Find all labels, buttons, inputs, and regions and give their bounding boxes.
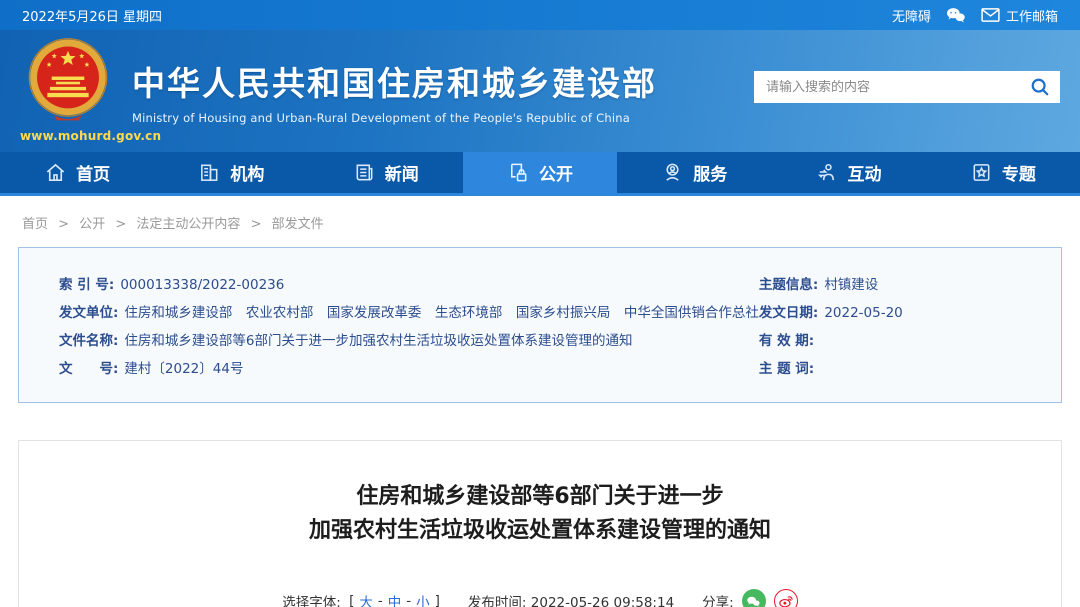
doc-info-row-keywords: 主 题 词: — [758, 361, 815, 377]
breadcrumb: 首页 > 公开 > 法定主动公开内容 > 部发文件 — [0, 196, 1080, 247]
service-person-icon — [666, 163, 680, 181]
current-date: 2022年5月26日 星期四 — [22, 9, 163, 25]
publish-time-label: 发布时间: — [467, 595, 527, 607]
font-size-small-link[interactable]: 小 — [416, 591, 430, 607]
doc-info-row-index-number: 索 引 号: 000013338/2022-00236 — [59, 277, 285, 293]
home-icon — [46, 163, 65, 181]
doc-info-row-issue-date: 发文日期: 2022-05-20 — [758, 305, 903, 321]
weibo-share-icon[interactable] — [773, 589, 798, 607]
doc-info-left-column: 索 引 号: 000013338/2022-00236 发文单位: 住房和城乡建设部… — [59, 271, 759, 383]
article-meta-bar: 选择字体: [ 大 - 中 - 小 ] 发布时间: 2022-05-26 09:… — [19, 589, 1061, 607]
wechat-bubbles-icon — [946, 8, 965, 23]
doc-info-row-document-number: 文 号: 建村〔2022〕44号 — [59, 361, 244, 377]
topic-star-icon — [973, 164, 990, 181]
search-input[interactable] — [766, 79, 1030, 95]
doc-info-row-validity: 有 效 期: — [758, 333, 815, 349]
dash-separator: - — [406, 593, 412, 607]
nav-item-home[interactable]: 首页 — [0, 152, 154, 193]
nav-item-topics[interactable]: 专题 — [926, 152, 1080, 193]
breadcrumb-statutory-content[interactable]: 法定主动公开内容 — [136, 217, 240, 232]
publish-time: 发布时间: 2022-05-26 09:58:14 — [468, 591, 674, 607]
search-button[interactable] — [1030, 77, 1050, 97]
nav-item-news[interactable]: 新闻 — [309, 152, 463, 193]
breadcrumb-separator: > — [250, 217, 262, 232]
font-size-medium-link[interactable]: 中 — [388, 591, 402, 607]
breadcrumb-separator: > — [58, 217, 70, 232]
breadcrumb-home[interactable]: 首页 — [22, 217, 48, 232]
bracket-open: [ — [349, 593, 355, 607]
article-title: 住房和城乡建设部等6部门关于进一步 加强农村生活垃圾收运处置体系建设管理的通知 — [19, 480, 1061, 548]
nav-item-disclosure[interactable]: 公开 — [462, 152, 618, 193]
doc-info-right-column: 主题信息: 村镇建设 发文日期: 2022-05-20 有 效 期: 主 题 词: — [759, 271, 1041, 383]
site-title: 中华人民共和国住房和城乡建设部 — [132, 64, 657, 103]
china-emblem-icon — [28, 37, 108, 120]
bracket-close: ] — [434, 593, 440, 607]
font-size-large-link[interactable]: 大 — [359, 591, 373, 607]
nav-item-org[interactable]: 机构 — [154, 152, 308, 193]
share-label: 分享: — [702, 595, 734, 607]
doc-info-row-issuing-units: 发文单位: 住房和城乡建设部 农业农村部 国家发展改革委 生态环境部 国家乡村振兴… — [59, 305, 759, 321]
main-nav: 首页 机构 新闻 公开 服务 互动 专题 — [0, 152, 1080, 196]
top-utility-bar: 2022年5月26日 星期四 无障碍 工作邮箱 — [0, 0, 1080, 30]
doc-info-row-topic: 主题信息: 村镇建设 — [758, 277, 879, 293]
publish-time-value: 2022-05-26 09:58:14 — [530, 595, 675, 607]
nav-item-services[interactable]: 服务 — [617, 152, 771, 193]
breadcrumb-disclosure[interactable]: 公开 — [79, 217, 105, 232]
font-size-selector: 选择字体: [ 大 - 中 - 小 ] — [282, 591, 440, 607]
work-mailbox-link[interactable]: 工作邮箱 — [981, 6, 1058, 25]
breadcrumb-separator: > — [115, 217, 127, 232]
weibo-glyph-icon — [778, 596, 793, 607]
disclosure-lock-icon — [511, 163, 527, 182]
share-box: 分享: — [702, 589, 798, 607]
search-box — [754, 71, 1060, 103]
article-card: 住房和城乡建设部等6部门关于进一步 加强农村生活垃圾收运处置体系建设管理的通知 … — [18, 440, 1062, 607]
news-icon — [356, 164, 373, 181]
doc-info-row-document-name: 文件名称: 住房和城乡建设部等6部门关于进一步加强农村生活垃圾收运处置体系建设管理… — [59, 333, 633, 349]
article-title-line1: 住房和城乡建设部等6部门关于进一步 — [356, 484, 724, 509]
interact-arrows-icon — [817, 163, 834, 181]
wechat-share-icon[interactable] — [741, 589, 766, 607]
site-url: www.mohurd.gov.cn — [20, 128, 162, 143]
nav-item-interact[interactable]: 互动 — [771, 152, 925, 193]
accessibility-link[interactable]: 无障碍 — [892, 6, 931, 25]
article-title-line2: 加强农村生活垃圾收运处置体系建设管理的通知 — [308, 518, 771, 543]
wechat-glyph-icon — [747, 596, 760, 607]
font-selector-label: 选择字体: — [282, 595, 341, 607]
search-icon — [1031, 78, 1049, 96]
breadcrumb-current: 部发文件 — [271, 217, 324, 232]
national-emblem: www.mohurd.gov.cn — [20, 36, 162, 143]
dash-separator: - — [377, 593, 383, 607]
site-header: www.mohurd.gov.cn 中华人民共和国住房和城乡建设部 Minist… — [0, 30, 1080, 152]
building-icon — [201, 164, 218, 181]
document-info-card: 索 引 号: 000013338/2022-00236 发文单位: 住房和城乡建设部… — [18, 247, 1062, 403]
mail-envelope-icon — [981, 8, 1000, 22]
wechat-icon[interactable] — [945, 6, 967, 24]
site-title-english: Ministry of Housing and Urban-Rural Deve… — [132, 111, 630, 125]
